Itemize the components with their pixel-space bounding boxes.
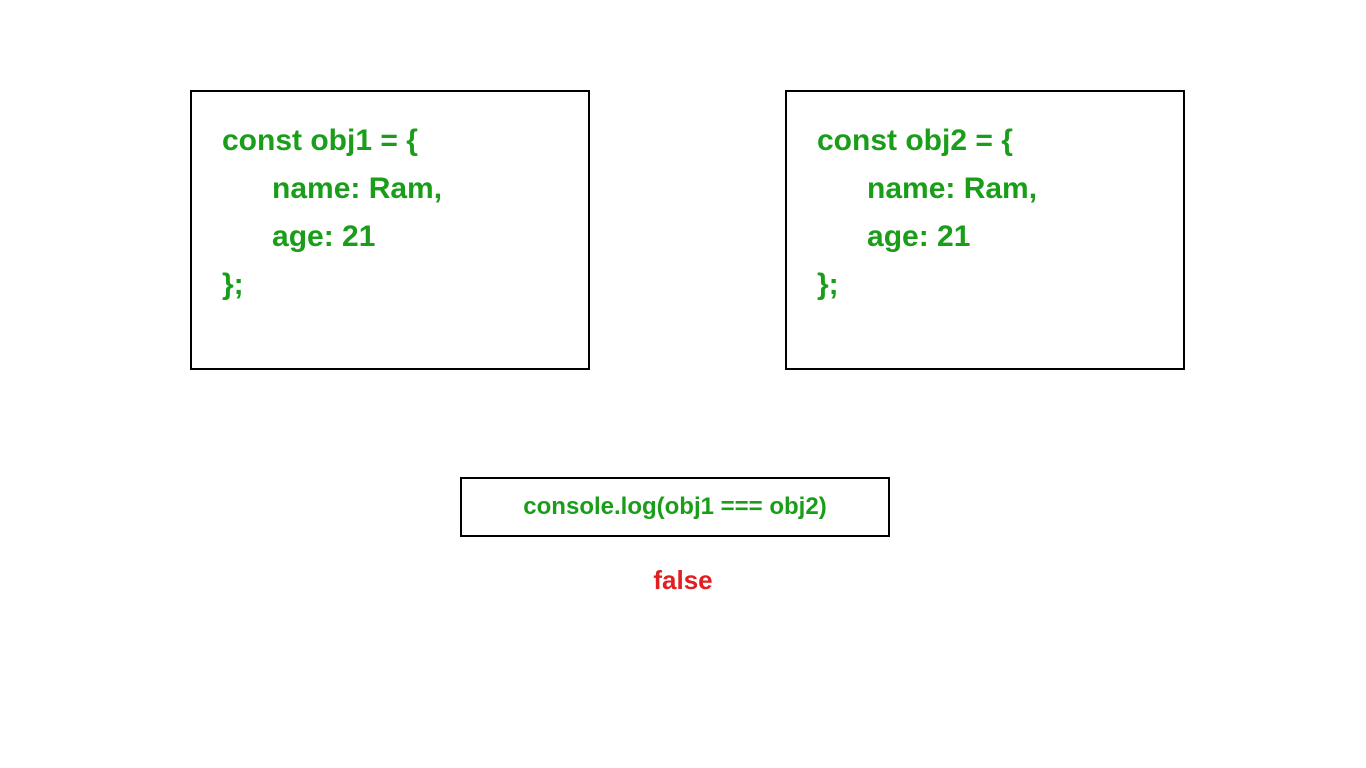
obj1-code-box: const obj1 = { name: Ram, age: 21 }; [190, 90, 590, 370]
obj1-line3: age: 21 [222, 220, 375, 253]
obj2-line4: }; [817, 268, 839, 301]
obj2-line1: const obj2 = { [817, 124, 1013, 157]
result-output: false [653, 565, 712, 596]
obj2-code-content: const obj2 = { name: Ram, age: 21 }; [817, 117, 1153, 309]
obj2-line3: age: 21 [817, 220, 970, 253]
obj2-line2: name: Ram, [817, 172, 1037, 205]
console-log-text: console.log(obj1 === obj2) [523, 493, 826, 521]
console-log-box: console.log(obj1 === obj2) [460, 477, 890, 537]
obj1-line1: const obj1 = { [222, 124, 418, 157]
obj2-code-box: const obj2 = { name: Ram, age: 21 }; [785, 90, 1185, 370]
obj1-line4: }; [222, 268, 244, 301]
obj1-code-content: const obj1 = { name: Ram, age: 21 }; [222, 117, 558, 309]
obj1-line2: name: Ram, [222, 172, 442, 205]
